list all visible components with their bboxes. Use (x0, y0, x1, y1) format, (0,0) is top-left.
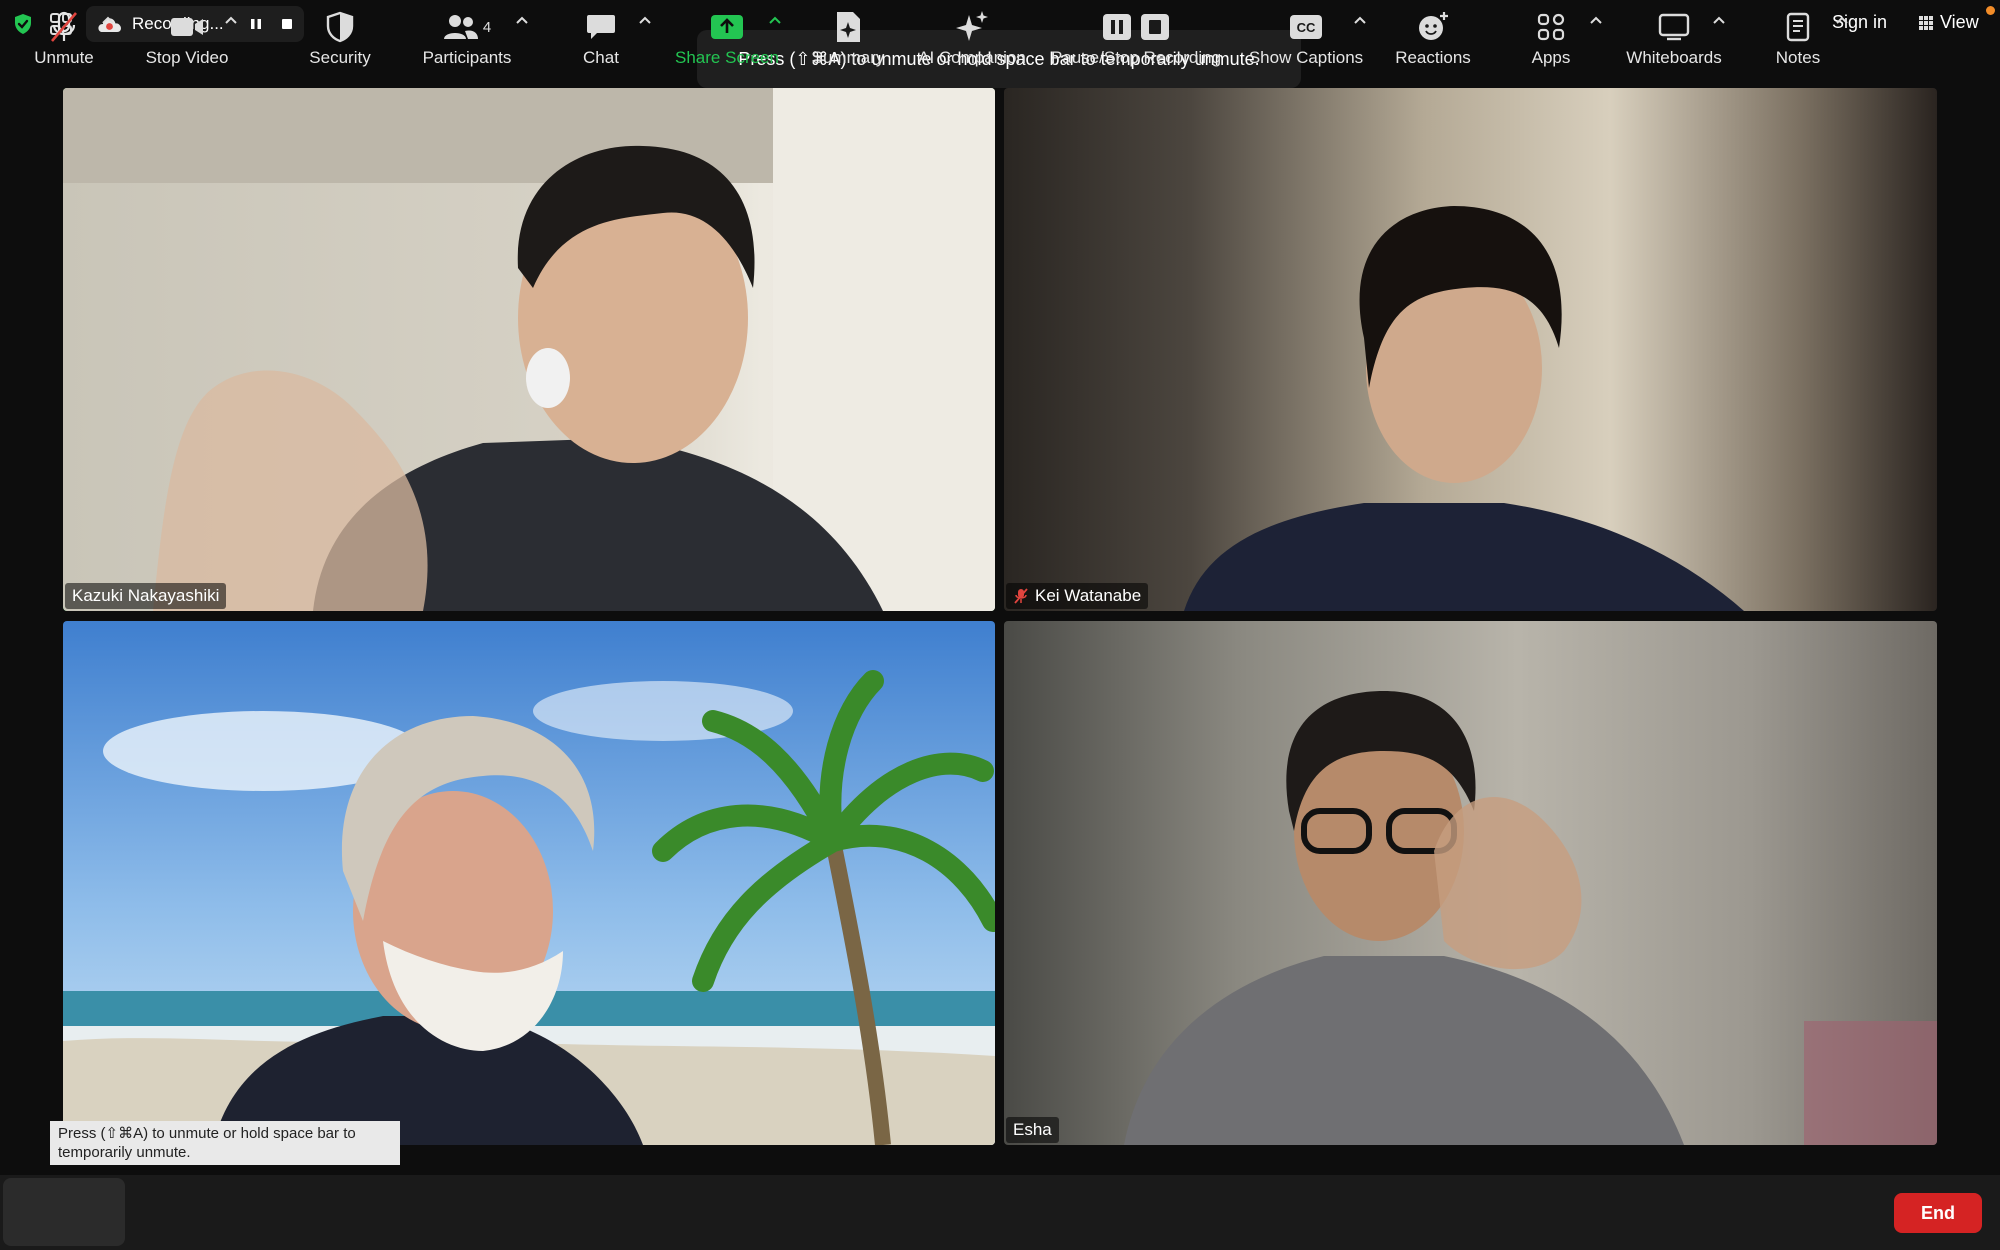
whiteboards-button[interactable]: Whiteboards (1614, 0, 1734, 75)
unmute-hint-tooltip: Press (⇧⌘A) to unmute or hold space bar … (50, 1121, 400, 1165)
ai-companion-label: AI Companion (918, 48, 1026, 67)
whiteboards-label: Whiteboards (1626, 48, 1722, 67)
reactions-smiley-icon (1419, 12, 1448, 40)
summary-label: Summary (811, 48, 885, 67)
apps-button[interactable]: Apps (1506, 0, 1596, 75)
video-options-caret-icon[interactable] (223, 14, 239, 26)
participants-icon (443, 15, 478, 39)
apps-options-caret-icon[interactable] (1588, 14, 1604, 26)
view-label: View (1940, 12, 1979, 32)
audio-options-caret-icon[interactable] (100, 14, 116, 26)
participant-video (1004, 88, 1937, 611)
notification-dot (1986, 6, 1995, 15)
chat-button[interactable]: Chat (560, 0, 642, 75)
security-shield-icon (326, 11, 354, 43)
view-grid-icon (1919, 15, 1933, 30)
notes-icon (1786, 12, 1810, 42)
unmute-label: Unmute (34, 48, 94, 67)
participant-nameplate: Kei Watanabe (1006, 583, 1149, 609)
pause-stop-recording-button[interactable]: Pause/Stop Recording (1046, 0, 1226, 75)
captions-cc-text: CC (1296, 19, 1316, 35)
participant-nameplate: Esha (1006, 1117, 1059, 1143)
participants-label: Participants (422, 48, 512, 67)
unmute-button[interactable]: Unmute (3, 0, 125, 75)
notes-button[interactable]: Notes (1752, 0, 1844, 75)
video-tile-kei[interactable]: Kei Watanabe (1004, 88, 1937, 611)
video-tile-kazuki[interactable]: Kazuki Nakayashiki (63, 88, 995, 611)
video-tile-beach-participant[interactable] (63, 621, 995, 1145)
participant-name: Esha (1013, 1120, 1052, 1139)
end-meeting-button[interactable]: End (1894, 1193, 1982, 1233)
pause-recording-icon[interactable] (248, 15, 264, 33)
ai-sparkle-icon (956, 11, 988, 41)
tooltip-line-2: temporarily unmute. (58, 1144, 191, 1161)
participant-nameplate: Kazuki Nakayashiki (65, 583, 227, 609)
chat-label: Chat (583, 48, 619, 67)
stop-video-label: Stop Video (145, 48, 229, 67)
video-tile-esha[interactable]: Esha (1004, 621, 1937, 1145)
reactions-label: Reactions (1395, 48, 1471, 67)
stop-video-button[interactable]: Stop Video (135, 0, 239, 75)
notes-label: Notes (1775, 48, 1821, 67)
unmute-button-bg (3, 1178, 125, 1246)
tooltip-line-1: Press (⇧⌘A) to unmute or hold space bar … (58, 1125, 356, 1142)
view-button[interactable]: View (1918, 12, 1979, 33)
chat-options-caret-icon[interactable] (637, 14, 653, 26)
share-screen-button[interactable]: Share Screen (668, 0, 786, 75)
participants-button[interactable]: 4 Participants (412, 0, 522, 75)
share-screen-label: Share Screen (675, 48, 779, 67)
notes-options-caret-icon[interactable] (1834, 14, 1850, 26)
whiteboards-options-caret-icon[interactable] (1711, 14, 1727, 26)
whiteboard-icon (1658, 13, 1690, 41)
security-button[interactable]: Security (290, 0, 390, 75)
participant-video (63, 621, 995, 1145)
pause-recording-icon (1103, 14, 1131, 40)
participant-name: Kei Watanabe (1035, 586, 1142, 605)
apps-label: Apps (1531, 48, 1571, 67)
summary-button[interactable]: Summary (800, 0, 896, 75)
meeting-toolbar (0, 1175, 2000, 1250)
share-options-caret-icon[interactable] (767, 14, 783, 26)
muted-mic-icon (51, 11, 77, 42)
video-camera-icon (171, 18, 203, 36)
ai-companion-button[interactable]: AI Companion (910, 0, 1034, 75)
summary-document-icon (837, 12, 860, 42)
show-captions-label: Show Captions (1248, 48, 1364, 67)
apps-icon (1537, 13, 1565, 41)
participant-video (63, 88, 995, 611)
stop-recording-icon (1141, 14, 1169, 40)
chat-bubble-icon (587, 15, 615, 39)
show-captions-button[interactable]: CC Show Captions (1244, 0, 1368, 75)
pause-stop-recording-label: Pause/Stop Recording (1050, 48, 1222, 67)
captions-options-caret-icon[interactable] (1352, 14, 1368, 26)
muted-mic-icon (1014, 588, 1028, 604)
reactions-button[interactable]: Reactions (1386, 0, 1480, 75)
captions-cc-icon: CC (1290, 15, 1322, 39)
participant-video (1004, 621, 1937, 1145)
security-label: Security (309, 48, 371, 67)
participants-options-caret-icon[interactable] (514, 14, 530, 26)
participants-count: 4 (482, 18, 492, 36)
share-screen-arrow-icon (711, 15, 743, 39)
participant-name: Kazuki Nakayashiki (72, 586, 220, 605)
